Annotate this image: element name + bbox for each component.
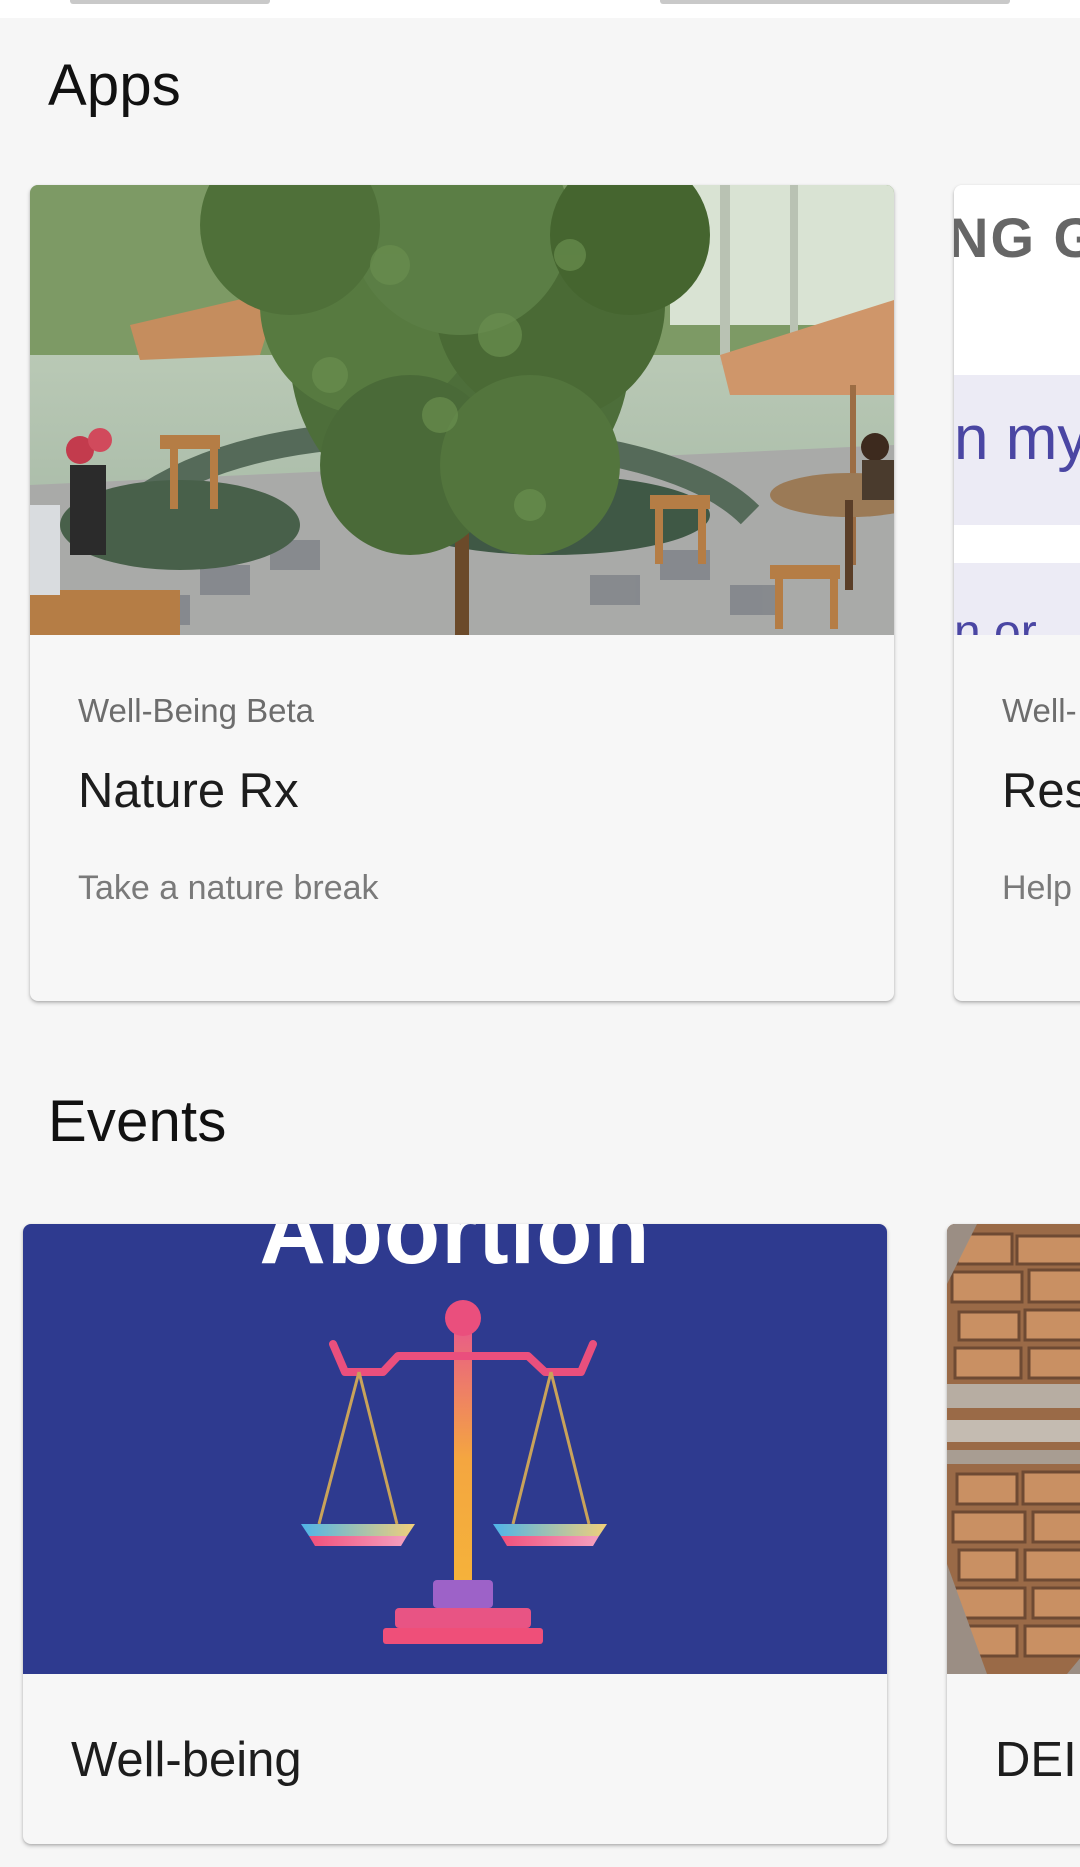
status-bar [0, 0, 1080, 18]
app-title: Res [1002, 764, 1080, 818]
events-section-title: Events [48, 1089, 227, 1154]
app-description: Take a nature break [78, 869, 379, 907]
app-title: Nature Rx [78, 764, 299, 818]
app-description: Help [1002, 869, 1072, 907]
apps-section-title: Apps [48, 53, 181, 118]
stone-wall-image [947, 1224, 1080, 1674]
app-category-label: Well- [1002, 692, 1077, 729]
screen: Apps Well-Being Beta Nature Rx Take a na… [0, 0, 1080, 1867]
text-graphic-image: NG G n my n or [954, 185, 1080, 635]
image-text-2: n my [954, 404, 1080, 473]
app-category-label: Well-Being Beta [78, 692, 315, 729]
app-card-nature-rx[interactable]: Well-Being Beta Nature Rx Take a nature … [30, 185, 894, 1001]
event-title: DEI [995, 1733, 1077, 1787]
scales-of-justice-icon [301, 1300, 607, 1644]
garden-patio-image [30, 185, 894, 635]
image-text-3: n or [954, 606, 1037, 635]
event-card-well-being[interactable]: Abortion Well-being [23, 1224, 887, 1844]
app-card-2[interactable]: NG G n my n or Well- Res Help [954, 185, 1080, 1001]
event-card-dei[interactable]: DEI [947, 1224, 1080, 1844]
image-text-1: NG G [954, 206, 1080, 269]
event-title: Well-being [71, 1733, 302, 1787]
event-banner-image: Abortion [23, 1224, 887, 1674]
